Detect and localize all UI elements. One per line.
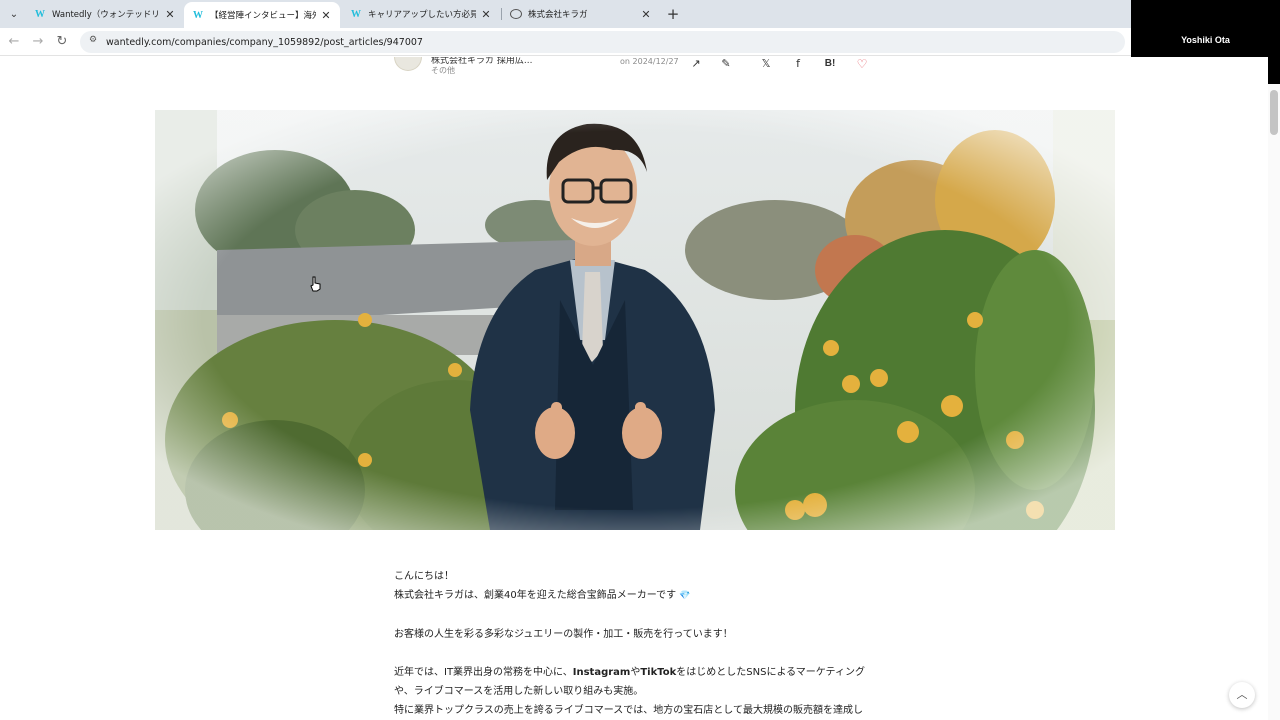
wantedly-favicon-icon: W	[351, 8, 361, 20]
scroll-to-top-button[interactable]: ︿	[1229, 682, 1255, 708]
x-share-icon[interactable]: 𝕏	[757, 57, 775, 73]
instagram-bold-text: Instagram	[572, 667, 631, 678]
url-text: wantedly.com/companies/company_1059892/p…	[106, 36, 423, 48]
tab-close-icon[interactable]: ✕	[164, 8, 176, 21]
tab-title: キャリアアップしたい方必見！ジュエ	[368, 10, 476, 20]
facebook-share-icon[interactable]: f	[789, 57, 807, 73]
wantedly-favicon-icon: W	[193, 9, 203, 21]
participant-name: Yoshiki Ota	[1181, 35, 1230, 45]
trend-icon[interactable]: ↗	[687, 57, 705, 73]
article-text: 近年では、IT業界出身の常務を中心に、	[394, 667, 573, 678]
address-bar[interactable]: ⚙ wantedly.com/companies/company_1059892…	[80, 31, 1125, 53]
hatena-bookmark-icon[interactable]: B!	[821, 57, 839, 73]
reload-icon[interactable]: ↻	[52, 32, 72, 52]
article-paragraph: 特に業界トップクラスの売上を誇るライブコマースでは、地方の宝石店として最大規模の…	[394, 705, 863, 716]
article-paragraph: や、ライブコマースを活用した新しい取り組みも実施。	[394, 686, 644, 697]
tab-title: Wantedly（ウォンテッドリー）はた	[52, 10, 160, 20]
tiktok-bold-text: TikTok	[640, 667, 677, 678]
tab-title: 株式会社キラガ	[528, 10, 588, 20]
article-paragraph: お客様の人生を彩る多彩なジュエリーの製作・加工・販売を行っています！	[394, 629, 733, 640]
article-paragraph: こんにちは！	[394, 571, 454, 582]
company-logo[interactable]	[394, 57, 422, 71]
article-text: をはじめとしたSNSによるマーケティング	[676, 667, 865, 678]
forward-arrow-icon[interactable]: →	[28, 32, 48, 52]
hero-photo	[155, 110, 1115, 530]
tab-close-icon[interactable]: ✕	[480, 8, 492, 21]
site-settings-icon[interactable]: ⚙	[86, 35, 100, 49]
edit-icon[interactable]: ✎	[717, 57, 735, 73]
globe-icon	[510, 9, 522, 19]
tab-title: 【経営陣インタビュー】海外赴任も経	[210, 11, 316, 21]
tab-close-icon[interactable]: ✕	[320, 9, 332, 22]
chevron-up-icon: ︿	[1236, 688, 1248, 701]
article-text: 株式会社キラガは、創業40年を迎えた総合宝飾品メーカーです	[394, 590, 677, 601]
tab-wantedly-home[interactable]: W Wantedly（ウォンテッドリー）はた ✕	[26, 2, 184, 26]
tab-interview-article[interactable]: W 【経営陣インタビュー】海外赴任も経 ✕	[184, 2, 340, 28]
scrollbar-thumb[interactable]	[1270, 90, 1278, 135]
article-body: こんにちは！ 株式会社キラガは、創業40年を迎えた総合宝飾品メーカーです 💎 お…	[394, 567, 874, 720]
tab-career-article[interactable]: W キャリアアップしたい方必見！ジュエ ✕	[342, 2, 500, 26]
article-paragraph: 株式会社キラガは、創業40年を迎えた総合宝飾品メーカーです 💎	[394, 586, 874, 606]
hero-photo-illustration	[155, 110, 1115, 530]
tab-strip: ⌄ W Wantedly（ウォンテッドリー）はた ✕ W 【経営陣インタビュー】…	[0, 0, 1131, 28]
hand-cursor-icon	[310, 276, 321, 292]
gem-emoji-icon: 💎	[679, 591, 691, 601]
article-page: 株式会社キラガ 採用広... その他 on 2024/12/27 ↗ ✎ 𝕏 f…	[0, 57, 1268, 720]
post-header: 株式会社キラガ 採用広... その他 on 2024/12/27 ↗ ✎ 𝕏 f…	[394, 57, 874, 77]
post-category: その他	[431, 66, 455, 75]
browser-toolbar: ← → ↻ ⚙ wantedly.com/companies/company_1…	[0, 28, 1131, 56]
tab-close-icon[interactable]: ✕	[640, 8, 652, 21]
wantedly-favicon-icon: W	[35, 8, 45, 20]
tab-search-chevron-icon[interactable]: ⌄	[4, 4, 24, 24]
back-arrow-icon[interactable]: ←	[4, 32, 24, 52]
article-text: や	[630, 667, 641, 678]
post-date: on 2024/12/27	[620, 57, 679, 66]
new-tab-button[interactable]: +	[663, 4, 683, 24]
article-paragraph: 近年では、IT業界出身の常務を中心に、InstagramやTikTokをはじめと…	[394, 663, 874, 682]
page-scrollbar[interactable]	[1268, 84, 1280, 720]
tab-kiraga-site[interactable]: 株式会社キラガ ✕	[502, 2, 660, 26]
like-heart-icon[interactable]: ♡	[853, 57, 871, 73]
